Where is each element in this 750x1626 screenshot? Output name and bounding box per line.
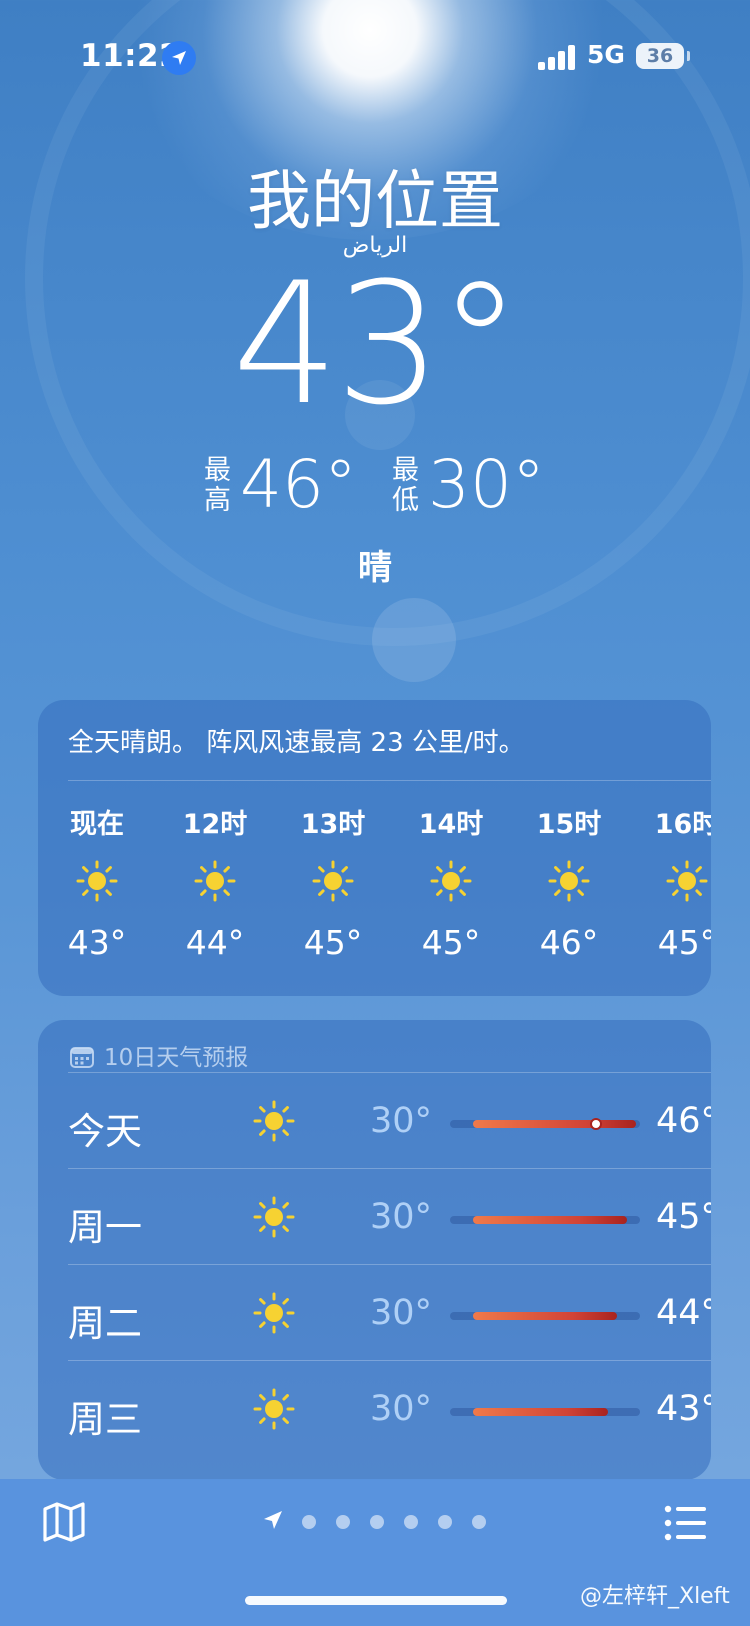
hour-label: 14时	[418, 809, 484, 840]
hour-temp: 45°	[303, 923, 363, 962]
page-dot[interactable]	[404, 1515, 418, 1529]
sun-icon	[252, 1099, 296, 1143]
daily-heading-label: 10日天气预报	[104, 1045, 249, 1071]
day-low: 30°	[370, 1389, 433, 1429]
lens-flare	[372, 598, 456, 682]
bottom-toolbar: @左梓轩_Xleft	[0, 1479, 750, 1626]
low-label: 最低	[392, 455, 419, 516]
location-title: 我的位置	[247, 165, 503, 239]
day-name: 周三	[68, 1398, 142, 1441]
hour-label: 12时	[182, 809, 248, 840]
home-indicator[interactable]	[245, 1596, 507, 1605]
sun-icon	[252, 1195, 296, 1239]
daily-row[interactable]: 周二 30° 44°	[68, 1265, 711, 1361]
daily-row[interactable]: 周一 30° 45°	[68, 1169, 711, 1265]
battery-icon: 36	[636, 43, 684, 69]
day-low: 30°	[370, 1101, 433, 1141]
hourly-item: 16时 45°	[628, 802, 711, 962]
temperature-range-bar	[450, 1312, 640, 1320]
current-location-icon	[262, 1509, 284, 1535]
battery-tip	[687, 51, 690, 61]
daily-row[interactable]: 今天 30° 46°	[68, 1073, 711, 1169]
watermark: @左梓轩_Xleft	[580, 1584, 730, 1609]
day-high: 45°	[656, 1197, 711, 1237]
sun-icon	[665, 859, 709, 903]
hour-temp: 43°	[67, 923, 127, 962]
temperature-range-fill	[472, 1312, 618, 1320]
day-name: 今天	[68, 1110, 142, 1153]
daily-row[interactable]: 周三 30° 43°	[68, 1361, 711, 1457]
hour-temp: 45°	[657, 923, 711, 962]
cellular-signal-icon	[538, 44, 578, 70]
current-temp-marker	[590, 1118, 603, 1130]
temperature-range-fill	[472, 1120, 637, 1128]
high-temp: 46°	[240, 446, 357, 523]
temperature-range-fill	[472, 1408, 608, 1416]
map-icon[interactable]	[42, 1501, 86, 1547]
current-temperature: 43°	[232, 246, 522, 442]
daily-forecast-card[interactable]: 10日天气预报 今天 30° 46° 周一 30° 45° 周二 30° 44° 周三 30° 43°	[38, 1020, 711, 1480]
hourly-forecast-card[interactable]: 全天晴朗。 阵风风速最高 23 公里/时。 现在 43° 12时 44° 13时 45° 1…	[38, 700, 711, 996]
day-low: 30°	[370, 1197, 433, 1237]
day-high: 43°	[656, 1389, 711, 1429]
day-high: 44°	[656, 1293, 711, 1333]
page-dot[interactable]	[336, 1515, 350, 1529]
hourly-summary: 全天晴朗。 阵风风速最高 23 公里/时。	[68, 728, 525, 758]
day-low: 30°	[370, 1293, 433, 1333]
sun-icon	[75, 859, 119, 903]
hourly-item: 13时 45°	[274, 802, 392, 962]
daily-forecast-heading: 10日天气预报	[70, 1038, 248, 1074]
sun-icon	[193, 859, 237, 903]
day-name: 周一	[68, 1206, 142, 1249]
divider	[68, 780, 711, 781]
hourly-item: 14时 45°	[392, 802, 510, 962]
sun-icon	[311, 859, 355, 903]
sun-icon	[252, 1387, 296, 1431]
sun-icon	[547, 859, 591, 903]
status-bar: 11:22 5G 36	[0, 38, 750, 78]
calendar-icon	[70, 1046, 94, 1074]
temperature-range-bar	[450, 1216, 640, 1224]
day-high: 46°	[656, 1101, 711, 1141]
day-name: 周二	[68, 1302, 142, 1345]
hour-label: 13时	[300, 809, 366, 840]
list-icon[interactable]	[664, 1505, 708, 1545]
condition-text: 晴	[358, 548, 392, 588]
temperature-range-bar	[450, 1118, 640, 1130]
hour-label: 现在	[70, 809, 124, 840]
high-low-row: 最高 46° 最低 30°	[0, 448, 750, 528]
low-temp: 30°	[428, 446, 545, 523]
hourly-item: 15时 46°	[510, 802, 628, 962]
high-label: 最高	[204, 455, 231, 516]
page-dot[interactable]	[438, 1515, 452, 1529]
sun-icon	[252, 1291, 296, 1335]
page-dot[interactable]	[472, 1515, 486, 1529]
page-dot[interactable]	[370, 1515, 384, 1529]
hourly-item: 现在 43°	[38, 802, 156, 962]
network-type: 5G	[587, 40, 625, 69]
hour-temp: 44°	[185, 923, 245, 962]
temperature-range-fill	[472, 1216, 627, 1224]
hourly-item: 12时 44°	[156, 802, 274, 962]
hour-label: 16时	[654, 809, 711, 840]
page-dot[interactable]	[302, 1515, 316, 1529]
hour-temp: 46°	[539, 923, 599, 962]
hour-temp: 45°	[421, 923, 481, 962]
hour-label: 15时	[536, 809, 602, 840]
temperature-range-bar	[450, 1408, 640, 1416]
sun-icon	[429, 859, 473, 903]
location-arrow-icon	[162, 41, 196, 75]
